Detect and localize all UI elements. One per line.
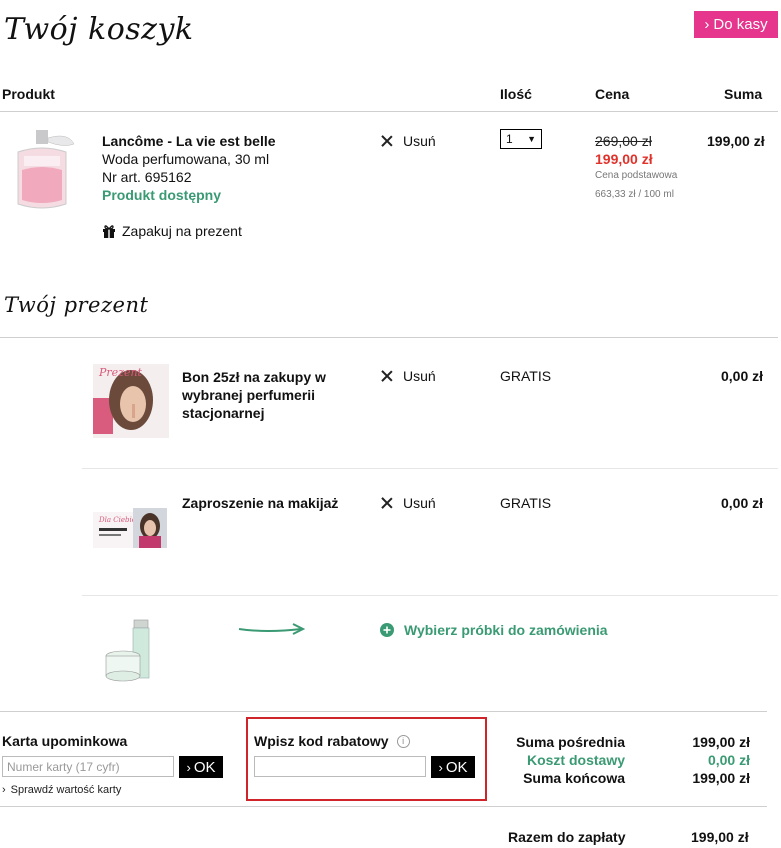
header-divider [0,111,778,112]
plus-circle-icon [380,623,394,637]
product-image[interactable] [8,126,80,214]
svg-text:Prezent: Prezent [98,366,143,379]
bottom-divider [0,711,767,712]
choose-samples-label: Wybierz próbki do zamówienia [404,622,608,638]
gift-icon [103,225,115,238]
remove-label: Usuń [403,368,436,384]
gift-wrap-option[interactable]: Zapakuj na prezent [102,223,242,239]
ok-label: OK [193,758,216,776]
shipping-label: Koszt dostawy [526,752,625,768]
gift-2-total: 0,00 zł [721,495,764,511]
gift-1-name: Bon 25zł na zakupy w wybranej perfumerii… [182,369,326,421]
samples-image [103,618,161,684]
gift-card-ok-button[interactable]: › OK [179,756,223,778]
product-name[interactable]: Lancôme - La vie est belle [102,133,276,149]
remove-label: Usuń [403,133,436,149]
gift-card-input[interactable] [2,756,174,777]
gift-2-price: GRATIS [500,495,552,511]
gift-2-remove-button[interactable]: Usuń [381,495,436,511]
subtotal-row: Suma pośrednia 199,00 zł [505,733,750,751]
discount-title-label: Wpisz kod rabatowy [254,733,389,749]
total-divider [0,806,767,807]
item-total: 199,00 zł [707,133,765,149]
discount-ok-button[interactable]: › OK [431,756,475,778]
shipping-value: 0,00 zł [707,752,750,768]
column-quantity: Ilość [500,86,532,102]
gift-1-remove-button[interactable]: Usuń [381,368,436,384]
gift-voucher-image: Prezent [93,364,169,438]
to-pay-label: Razem do zapłaty [508,829,626,845]
quantity-select[interactable]: 1 ▼ [500,129,542,149]
new-price: 199,00 zł [595,151,653,167]
subtotal-label: Suma pośrednia [516,734,625,750]
old-price: 269,00 zł [595,133,652,149]
check-card-label: Sprawdź wartość karty [10,784,122,796]
gift-divider [82,468,778,469]
remove-button[interactable]: Usuń [381,133,436,149]
ok-label: OK [445,758,468,776]
chevron-right-icon: › [704,16,710,33]
close-icon [381,135,393,147]
to-pay-value: 199,00 zł [691,829,749,845]
chevron-right-icon: › [2,784,6,796]
order-summary: Suma pośrednia 199,00 zł Koszt dostawy 0… [505,733,750,787]
page-title: Twój koszyk [4,12,194,47]
arrow-right-icon [237,621,307,637]
discount-title: Wpisz kod rabatowy i [254,733,410,749]
svg-text:Dla Ciebie: Dla Ciebie [98,516,136,524]
unit-price: 663,33 zł / 100 ml [595,189,674,200]
chevron-right-icon: › [186,759,191,775]
gifts-title: Twój prezent [4,293,149,317]
product-availability: Produkt dostępny [102,187,222,203]
close-icon [381,370,393,382]
close-icon [381,497,393,509]
product-type: Woda perfumowana, 30 ml [102,151,270,167]
shipping-row: Koszt dostawy 0,00 zł [505,751,750,769]
gifts-divider [0,337,778,338]
gift-1-total: 0,00 zł [721,368,764,384]
caret-down-icon: ▼ [527,134,536,144]
base-price-label: Cena podstawowa [595,170,678,181]
check-card-link[interactable]: › Sprawdź wartość karty [2,784,121,796]
choose-samples-link[interactable]: Wybierz próbki do zamówienia [380,622,608,638]
column-sum: Suma [724,86,763,102]
gift-2-name: Zaproszenie na makijaż [182,495,339,511]
column-product: Produkt [2,86,55,102]
column-price: Cena [595,86,630,102]
gift-invitation-image: Dla Ciebie [93,508,169,550]
gift-card-title: Karta upominkowa [2,733,128,749]
checkout-button[interactable]: › Do kasy [694,11,778,38]
gift-1-price: GRATIS [500,368,552,384]
chevron-right-icon: › [438,759,443,775]
gift-divider [82,595,778,596]
gift-wrap-label: Zapakuj na prezent [122,223,242,239]
subtotal-value: 199,00 zł [692,734,750,750]
final-value: 199,00 zł [692,770,750,786]
quantity-value: 1 [506,132,513,146]
remove-label: Usuń [403,495,436,511]
info-icon[interactable]: i [396,734,410,748]
product-article: Nr art. 695162 [102,169,192,185]
final-row: Suma końcowa 199,00 zł [505,769,750,787]
discount-code-input[interactable] [254,756,426,777]
final-label: Suma końcowa [523,770,625,786]
checkout-label: Do kasy [713,16,768,33]
